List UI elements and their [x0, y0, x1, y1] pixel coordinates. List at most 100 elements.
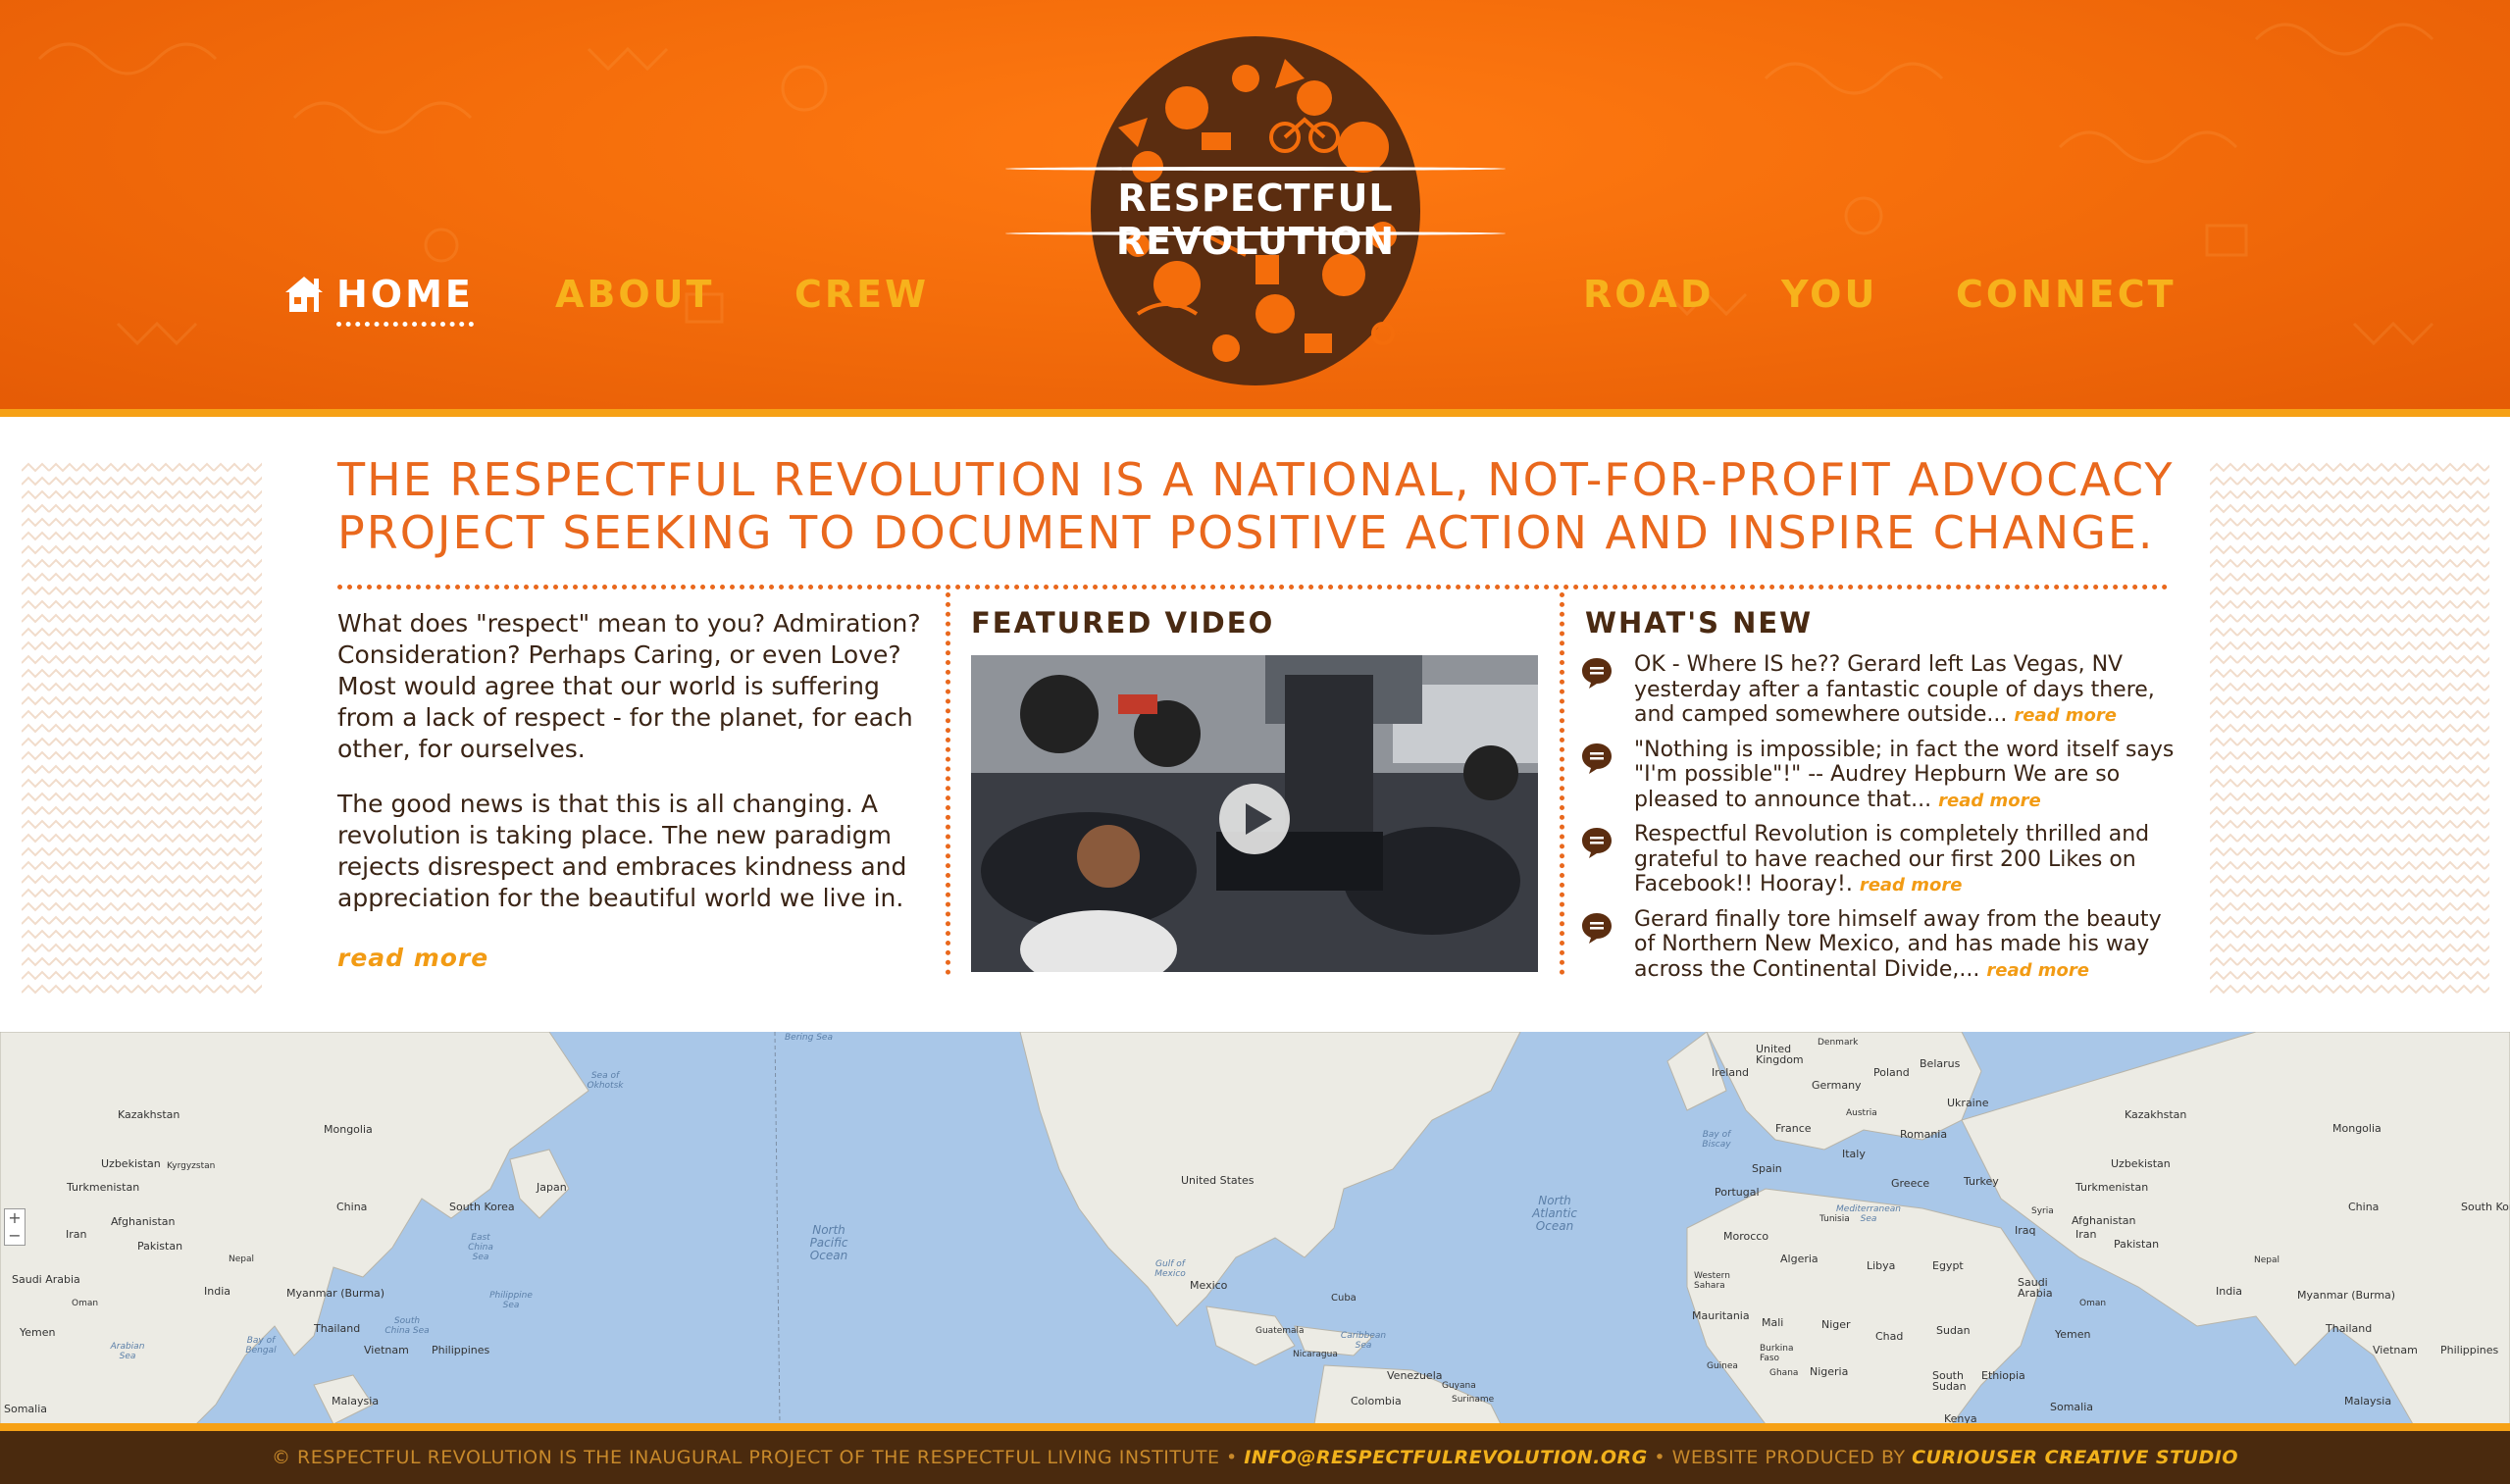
map-label: Western Sahara: [1694, 1271, 1730, 1291]
map-zoom-control[interactable]: + −: [4, 1208, 26, 1246]
news-item: "Nothing is impossible; in fact the word…: [1581, 738, 2179, 814]
sea-label: Bay of Bengal: [245, 1336, 277, 1356]
map-label: Myanmar (Burma): [2297, 1289, 2396, 1302]
map-label: Myanmar (Burma): [286, 1287, 385, 1300]
map-label: Libya: [1867, 1259, 1896, 1272]
news-read-more-link[interactable]: read more: [2014, 705, 2117, 726]
column-divider-2: [1560, 592, 1564, 975]
map-label: Germany: [1812, 1079, 1862, 1092]
map-label: Suriname: [1452, 1395, 1495, 1405]
map-label: Somalia: [4, 1403, 48, 1415]
map-label: United Kingdom: [1756, 1043, 1804, 1066]
map-label: Malaysia: [332, 1395, 380, 1407]
map-label: Iran: [2075, 1228, 2097, 1241]
map-label: Vietnam: [364, 1344, 409, 1356]
map-label: Guinea: [1707, 1361, 1738, 1371]
map-label: Nepal: [2254, 1255, 2279, 1265]
sea-label: Bering Sea: [785, 1033, 833, 1043]
tagline-line-1: THE RESPECTFUL REVOLUTION IS A NATIONAL,…: [337, 453, 2175, 506]
map-label: Portugal: [1715, 1186, 1760, 1199]
site-footer: © RESPECTFUL REVOLUTION IS THE INAUGURAL…: [0, 1431, 2510, 1484]
map-label: Mauritania: [1692, 1309, 1750, 1322]
map-label: Mongolia: [2332, 1122, 2382, 1135]
map-label: Kazakhstan: [2125, 1108, 2187, 1121]
play-icon[interactable]: [1217, 782, 1292, 856]
nav-home[interactable]: HOME: [282, 273, 474, 332]
map-label: Ghana: [1769, 1368, 1799, 1378]
map-label: India: [204, 1285, 231, 1298]
zigzag-pattern-left: [22, 461, 262, 996]
map-label: United States: [1181, 1174, 1255, 1187]
intro-paragraph-1: What does "respect" mean to you? Admirat…: [337, 609, 921, 763]
map-label: India: [2216, 1285, 2242, 1298]
map-label: Yemen: [20, 1326, 56, 1339]
nav-about[interactable]: ABOUT: [555, 273, 714, 332]
map-label: Pakistan: [137, 1240, 183, 1253]
sea-label: Bay of Biscay: [1702, 1130, 1731, 1150]
map-label: Mexico: [1190, 1279, 1228, 1292]
map-label: Spain: [1752, 1162, 1782, 1175]
map-label: Malaysia: [2344, 1395, 2392, 1407]
sea-label: Caribbean Sea: [1340, 1331, 1387, 1351]
map-label: Afghanistan: [2072, 1214, 2136, 1227]
mission-tagline: THE RESPECTFUL REVOLUTION IS A NATIONAL,…: [337, 453, 2181, 559]
map-label: Syria: [2031, 1206, 2054, 1216]
map-label: Vietnam: [2373, 1344, 2418, 1356]
map-label: Turkey: [1964, 1175, 1999, 1188]
map-label: Iran: [66, 1228, 87, 1241]
nav-connect[interactable]: CONNECT: [1956, 273, 2177, 332]
world-map[interactable]: Kazakhstan Mongolia Uzbekistan Kyrgyzsta…: [0, 1032, 2510, 1424]
header-accent-strip: [0, 409, 2510, 417]
map-label: Algeria: [1780, 1253, 1818, 1265]
logo-rule-top: [1005, 167, 1506, 171]
nav-road[interactable]: ROAD: [1583, 273, 1715, 332]
logo-title[interactable]: RESPECTFUL REVOLUTION: [981, 177, 1530, 263]
map-label: Guatemala: [1255, 1326, 1305, 1336]
intro-read-more-link[interactable]: read more: [337, 944, 488, 972]
map-label: Greece: [1891, 1177, 1930, 1190]
news-text: "Nothing is impossible; in fact the word…: [1634, 737, 2175, 812]
zigzag-pattern-right: [2210, 461, 2489, 996]
news-read-more-link[interactable]: read more: [1860, 875, 1963, 896]
map-label: Afghanistan: [111, 1215, 176, 1228]
intro-paragraph-2: The good news is that this is all changi…: [337, 790, 907, 912]
footer-studio-link[interactable]: CURIOUSER CREATIVE STUDIO: [1912, 1447, 2238, 1468]
logo-rule-bottom: [1005, 231, 1506, 235]
map-label: Oman: [2079, 1299, 2107, 1308]
map-label: China: [336, 1201, 368, 1213]
nav-you[interactable]: YOU: [1781, 273, 1877, 332]
map-label: Kazakhstan: [118, 1108, 180, 1121]
map-label: Burkina Faso: [1760, 1344, 1794, 1363]
nav-crew[interactable]: CREW: [794, 273, 929, 332]
home-icon: [285, 277, 323, 312]
map-label: Cuba: [1331, 1293, 1357, 1304]
footer-email-link[interactable]: INFO@RESPECTFULREVOLUTION.ORG: [1244, 1447, 1648, 1468]
featured-video-player[interactable]: [971, 655, 1538, 972]
map-label: Pakistan: [2114, 1238, 2160, 1251]
map-label: Guyana: [1442, 1381, 1476, 1391]
intro-column: What does "respect" mean to you? Admirat…: [337, 608, 926, 938]
map-label: Iraq: [2015, 1224, 2036, 1237]
map-label: Uzbekistan: [101, 1157, 161, 1170]
news-read-more-link[interactable]: read more: [1986, 960, 2089, 981]
map-label: Mali: [1762, 1316, 1784, 1329]
zoom-in-icon[interactable]: +: [5, 1209, 25, 1227]
sea-label: Sea of Okhotsk: [587, 1071, 624, 1091]
ocean-label: North Atlantic Ocean: [1532, 1194, 1577, 1233]
map-label: Nicaragua: [1293, 1350, 1338, 1359]
map-label: Colombia: [1351, 1395, 1402, 1407]
sea-label: South China Sea: [384, 1316, 430, 1336]
map-label: South Korea: [449, 1201, 515, 1213]
footer-credit: • WEBSITE PRODUCED BY: [1647, 1447, 1913, 1468]
map-label: Saudi Arabia: [2018, 1276, 2053, 1300]
map-label: Nigeria: [1810, 1365, 1849, 1378]
map-label: Morocco: [1723, 1230, 1769, 1243]
footer-accent-strip: [0, 1423, 2510, 1431]
news-item: Gerard finally tore himself away from th…: [1581, 907, 2179, 984]
sea-label: Mediterranean Sea: [1836, 1204, 1901, 1224]
map-label: Mongolia: [324, 1123, 373, 1136]
speech-bubble-icon: [1582, 828, 1612, 858]
map-label: Yemen: [2055, 1328, 2091, 1341]
zoom-out-icon[interactable]: −: [5, 1227, 25, 1245]
news-read-more-link[interactable]: read more: [1938, 791, 2041, 811]
